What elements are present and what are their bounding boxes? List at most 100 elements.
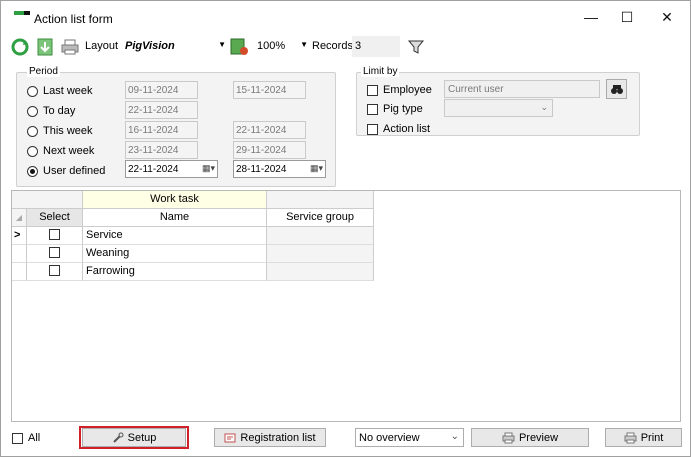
this-week-to: 22-11-2024 (233, 121, 306, 139)
period-this-week-label: This week (43, 125, 93, 137)
print-label: Print (640, 431, 664, 444)
employee-field: Current user (444, 80, 600, 98)
radio-button[interactable] (27, 145, 38, 157)
band-work-task: Work task (83, 191, 267, 209)
column-select[interactable]: Select (27, 209, 83, 227)
band-empty (267, 191, 374, 209)
binoculars-icon (610, 85, 623, 94)
records-count: 3 (352, 36, 400, 57)
close-button[interactable]: ✕ (644, 1, 690, 33)
action-list-option[interactable]: Action list (367, 123, 430, 135)
window-title: Action list form (34, 12, 113, 26)
pig-type-select: ⌄ (444, 99, 553, 117)
corner-triangle-icon: ◢ (15, 213, 23, 222)
next-week-from: 23-11-2024 (125, 141, 198, 159)
layout-value: PigVision (125, 40, 175, 52)
employee-lookup-button[interactable] (606, 79, 627, 99)
period-next-week[interactable]: Next week (27, 145, 94, 157)
column-name[interactable]: Name (83, 209, 267, 227)
period-user-defined[interactable]: User defined (27, 165, 105, 177)
table-row-name[interactable]: Service (83, 227, 267, 245)
records-label: Records (312, 40, 353, 52)
calendar-icon[interactable]: ▦▾ (202, 163, 215, 174)
this-week-from: 16-11-2024 (125, 121, 198, 139)
chevron-down-icon: ⌄ (540, 102, 548, 112)
column-service-group[interactable]: Service group (267, 209, 374, 227)
last-week-from: 09-11-2024 (125, 81, 198, 99)
radio-button[interactable] (27, 105, 38, 117)
user-defined-from-value: 22-11-2024 (128, 164, 179, 175)
table-row-select[interactable] (27, 263, 83, 281)
period-title: Period (27, 66, 60, 77)
setup-label: Setup (127, 431, 157, 444)
setup-button[interactable]: Setup (82, 428, 186, 447)
period-this-week[interactable]: This week (27, 125, 93, 137)
action-list-window: Action list form — ☐ ✕ Layout PigVision … (0, 0, 691, 457)
layout-select[interactable]: PigVision ▼ (122, 37, 228, 56)
registration-list-button[interactable]: Registration list (214, 428, 326, 447)
limit-by-title: Limit by (361, 66, 400, 77)
select-all-option[interactable]: All (12, 432, 40, 444)
radio-button-selected[interactable] (27, 165, 38, 177)
chevron-down-icon: ⌄ (450, 431, 459, 442)
preview-button[interactable]: Preview (471, 428, 589, 447)
table-row-select[interactable] (27, 245, 83, 263)
user-defined-from[interactable]: 22-11-2024 ▦▾ (125, 160, 218, 178)
period-last-week-label: Last week (43, 85, 93, 97)
refresh-icon[interactable] (10, 37, 30, 57)
pig-type-checkbox[interactable] (367, 103, 378, 115)
radio-button[interactable] (27, 125, 38, 137)
row-checkbox[interactable] (49, 247, 60, 258)
row-checkbox[interactable] (49, 229, 60, 240)
app-icon (14, 11, 30, 21)
title-bar: Action list form — ☐ ✕ (1, 1, 690, 33)
table-row-select[interactable] (27, 227, 83, 245)
row-indicator (12, 263, 27, 281)
user-defined-to-value: 28-11-2024 (236, 164, 287, 175)
period-today[interactable]: To day (27, 105, 75, 117)
action-list-checkbox[interactable] (367, 123, 378, 135)
chevron-down-icon: ▼ (218, 40, 226, 49)
employee-label: Employee (383, 84, 432, 96)
table-row-name[interactable]: Weaning (83, 245, 267, 263)
preview-label: Preview (518, 431, 559, 444)
layout-settings-icon[interactable] (230, 37, 250, 57)
row-indicator-header: ◢ (12, 209, 27, 227)
overview-value: No overview (359, 432, 420, 444)
table-row-name[interactable]: Farrowing (83, 263, 267, 281)
table-row-service-group[interactable] (267, 227, 374, 245)
radio-button[interactable] (27, 85, 38, 97)
pig-type-option[interactable]: Pig type (367, 103, 423, 115)
export-down-icon[interactable] (35, 37, 55, 57)
printer-icon[interactable] (60, 37, 80, 57)
user-defined-to[interactable]: 28-11-2024 ▦▾ (233, 160, 326, 178)
registration-icon (224, 433, 236, 442)
row-checkbox[interactable] (49, 265, 60, 276)
print-button[interactable]: Print (605, 428, 682, 447)
period-last-week[interactable]: Last week (27, 85, 93, 97)
employee-checkbox[interactable] (367, 84, 378, 96)
employee-option[interactable]: Employee (367, 84, 432, 96)
preview-printer-icon (502, 432, 515, 443)
zoom-value: 100% (257, 40, 286, 52)
current-row-indicator: > (12, 227, 27, 245)
select-all-label: All (28, 432, 41, 444)
table-row-service-group[interactable] (267, 263, 374, 281)
period-next-week-label: Next week (43, 145, 95, 157)
calendar-icon[interactable]: ▦▾ (310, 163, 323, 174)
filter-icon[interactable] (406, 37, 426, 57)
zoom-select[interactable]: 100% ▼ (254, 37, 310, 56)
table-row-service-group[interactable] (267, 245, 374, 263)
print-icon (624, 432, 637, 443)
select-all-checkbox[interactable] (12, 432, 23, 444)
chevron-down-icon: ▼ (300, 40, 308, 49)
overview-select[interactable]: No overview ⌄ (355, 428, 464, 447)
period-user-defined-label: User defined (43, 165, 106, 177)
action-list-label: Action list (383, 123, 431, 135)
work-task-grid: Work task ◢ Select Name Service group > … (11, 190, 681, 422)
last-week-to: 15-11-2024 (233, 81, 306, 99)
pig-type-label: Pig type (383, 103, 423, 115)
row-indicator (12, 245, 27, 263)
today-date: 22-11-2024 (125, 101, 198, 119)
wrench-icon (112, 432, 124, 443)
